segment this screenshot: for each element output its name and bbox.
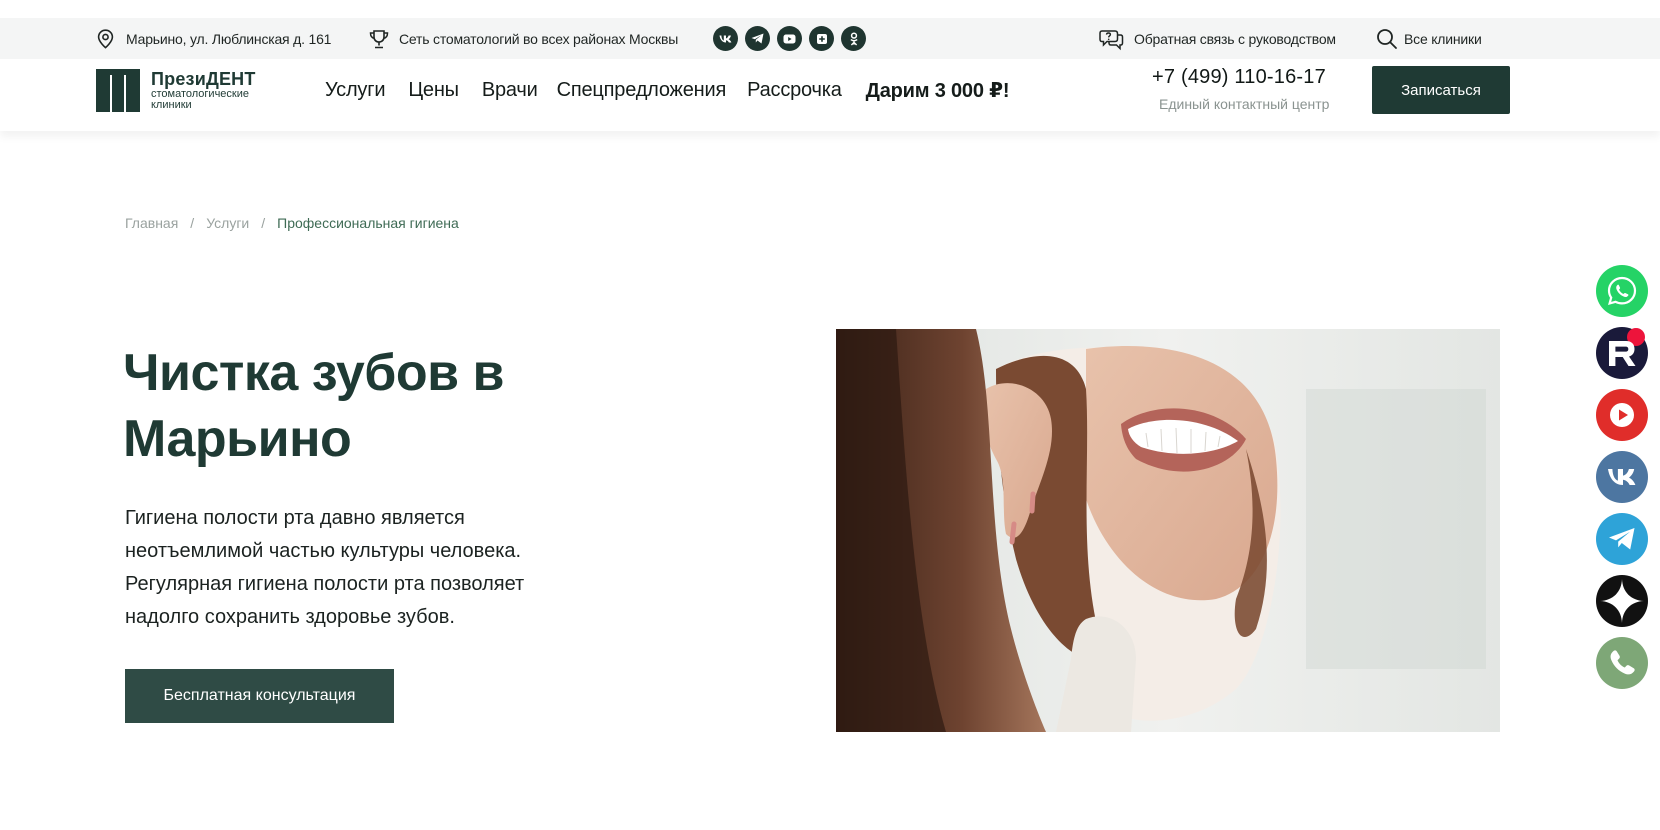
breadcrumb-home[interactable]: Главная (125, 215, 178, 231)
hero-text-line: неотъемлимой частью культуры человека. (125, 540, 522, 562)
trophy-icon (369, 29, 389, 48)
question-chat-icon (1099, 29, 1124, 50)
feedback-link[interactable]: Обратная связь с руководством (1099, 18, 1336, 59)
logo[interactable]: ПрезиДЕНТ стоматологические клиники (96, 69, 256, 112)
page-title-line-1: Чистка зубов в (123, 344, 505, 402)
book-appointment-button[interactable]: Записаться (1372, 66, 1510, 114)
breadcrumb-services[interactable]: Услуги (206, 215, 249, 231)
phone-number[interactable]: +7 (499) 110-16-17 (1152, 66, 1326, 89)
hero-text-line: Гигиена полости рта давно является (125, 507, 465, 529)
dzen-icon[interactable] (1596, 575, 1648, 627)
breadcrumb-separator: / (190, 215, 195, 231)
main-nav: Услуги Цены Врачи Спецпредложения Рассро… (325, 59, 1032, 121)
nav-installments[interactable]: Рассрочка (747, 79, 842, 102)
telegram-icon[interactable] (745, 26, 770, 51)
phone-icon[interactable] (1596, 637, 1648, 689)
whatsapp-icon[interactable] (1596, 265, 1648, 317)
youtube-icon[interactable] (1596, 389, 1648, 441)
floating-contact-buttons (1596, 265, 1648, 699)
breadcrumb: Главная / Услуги / Профессиональная гиги… (125, 215, 459, 231)
all-clinics-text: Все клиники (1404, 30, 1482, 47)
nav-doctors[interactable]: Врачи (482, 79, 538, 102)
address-link[interactable]: Марьино, ул. Люблинская д. 161 (97, 18, 331, 59)
odnoklassniki-icon[interactable] (841, 26, 866, 51)
hero-photo (836, 329, 1500, 732)
rutube-icon[interactable] (809, 26, 834, 51)
vk-icon[interactable] (713, 26, 738, 51)
rutube-icon[interactable] (1596, 327, 1648, 379)
youtube-icon[interactable] (777, 26, 802, 51)
free-consultation-button[interactable]: Бесплатная консультация (125, 669, 394, 723)
logo-text: ПрезиДЕНТ стоматологические клиники (151, 69, 256, 111)
logo-name: ПрезиДЕНТ (151, 69, 256, 89)
nav-promo[interactable]: Дарим 3 000 ₽! (866, 78, 1010, 103)
page-title: Чистка зубов в Марьино (123, 340, 683, 472)
location-pin-icon (97, 28, 114, 49)
logo-mark-icon (96, 69, 140, 112)
telegram-icon[interactable] (1596, 513, 1648, 565)
logo-subtitle-2: клиники (151, 99, 192, 111)
top-info-bar: Марьино, ул. Люблинская д. 161 Сеть стом… (0, 18, 1660, 59)
address-text: Марьино, ул. Люблинская д. 161 (126, 30, 332, 47)
nav-services[interactable]: Услуги (325, 79, 386, 102)
breadcrumb-separator: / (261, 215, 266, 231)
nav-prices[interactable]: Цены (408, 79, 459, 102)
main-header: ПрезиДЕНТ стоматологические клиники Услу… (0, 59, 1660, 131)
feedback-text: Обратная связь с руководством (1134, 30, 1336, 47)
network-info: Сеть стоматологий во всех районах Москвы (368, 18, 678, 59)
phone-caption: Единый контактный центр (1159, 96, 1330, 112)
hero-text-line: Регулярная гигиена полости рта позволяет (125, 573, 525, 595)
vk-icon[interactable] (1596, 451, 1648, 503)
hero-description: Гигиена полости рта давно является неотъ… (125, 502, 585, 634)
social-links (713, 26, 866, 51)
network-text: Сеть стоматологий во всех районах Москвы (399, 30, 679, 47)
nav-special-offers[interactable]: Спецпредложения (557, 79, 727, 102)
search-icon (1377, 28, 1397, 49)
all-clinics-link[interactable]: Все клиники (1376, 18, 1482, 59)
breadcrumb-current: Профессиональная гигиена (277, 215, 459, 231)
hero-text-line: надолго сохранить здоровье зубов. (125, 606, 455, 628)
page-title-line-2: Марьино (123, 410, 352, 468)
